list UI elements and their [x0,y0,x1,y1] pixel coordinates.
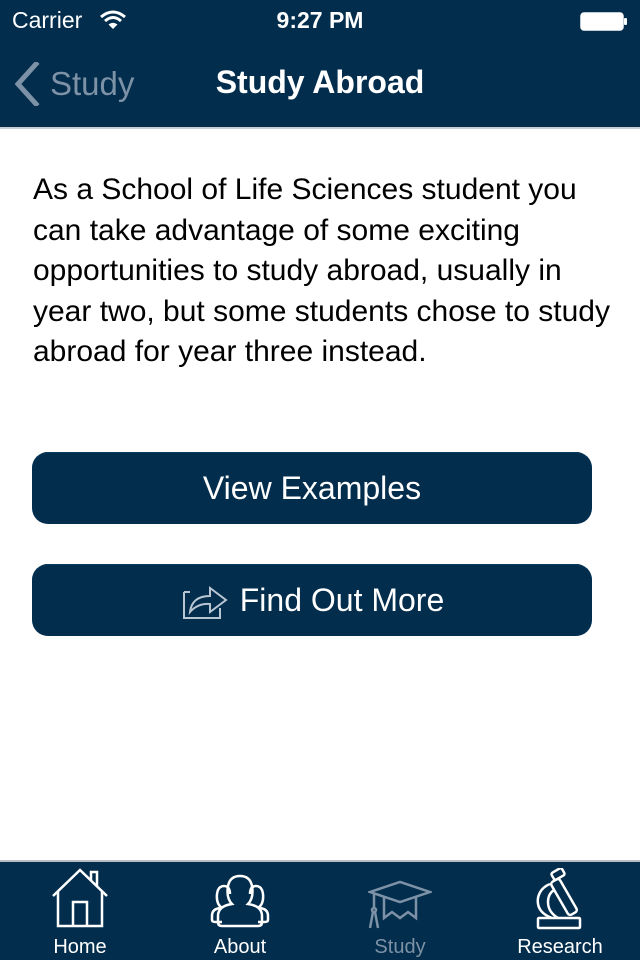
share-external-icon [182,586,228,619]
tab-home-label: Home [53,936,107,958]
page-title: Study Abroad [215,64,425,100]
intro-paragraph: As a School of Life Sciences student you… [33,173,610,368]
tab-study-label: Study [374,936,426,958]
tab-research-label: Research [517,936,603,958]
tab-research[interactable]: Research [480,862,640,962]
battery-full-icon [580,11,627,31]
tab-home[interactable]: Home [0,862,160,962]
view-examples-label: View Examples [202,469,422,506]
graduation-cap-icon [368,880,432,929]
view-examples-button[interactable]: View Examples [32,452,592,524]
home-icon [52,868,108,928]
people-icon [210,874,270,928]
tab-study[interactable]: Study [320,862,480,962]
tab-about[interactable]: About [160,862,320,962]
top-bar: Carrier 9:27 PM Study Study Abroad [0,0,640,128]
navigation-bar: Study Study Abroad [0,40,640,128]
status-time: 9:27 PM [276,7,364,33]
tab-about-label: About [213,936,267,958]
microscope-icon [536,868,582,930]
tab-bar: Home About Study Research [0,860,640,960]
find-out-more-button[interactable]: Find Out More [32,564,592,636]
nav-divider [0,127,640,129]
find-out-more-label: Find Out More [239,581,445,618]
status-bar: Carrier 9:27 PM [0,0,640,40]
